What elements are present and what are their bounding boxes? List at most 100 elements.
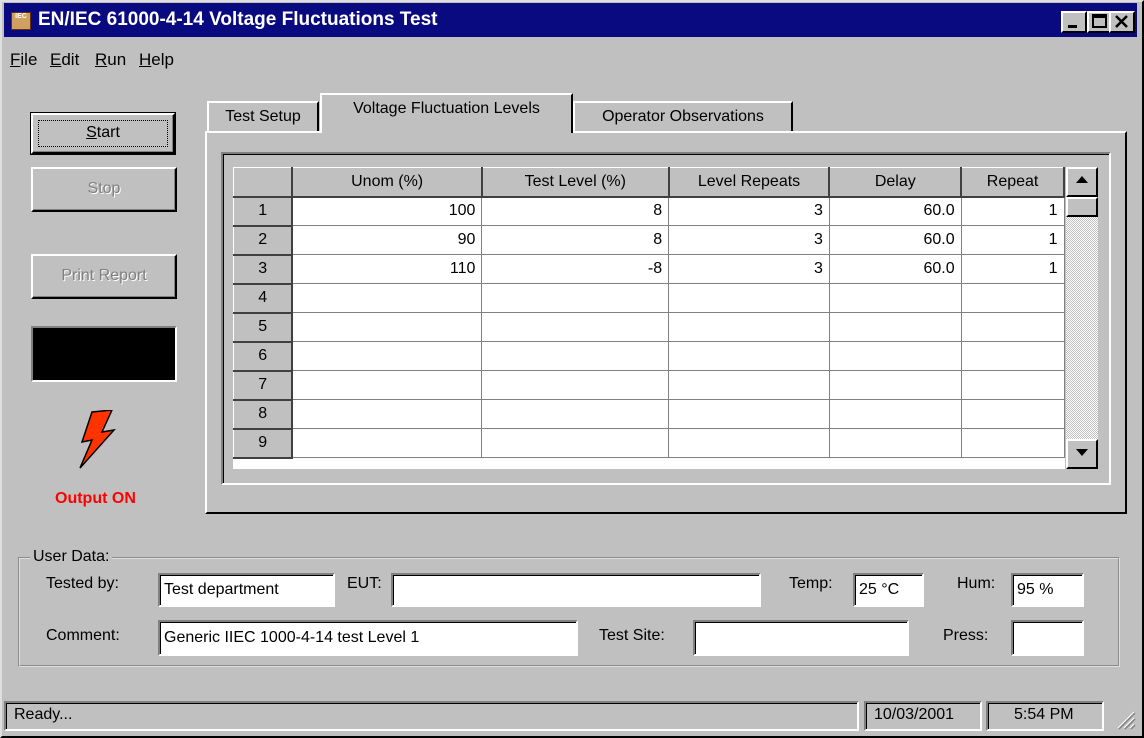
cell-repeat[interactable]: 1	[960, 225, 1065, 255]
app-icon[interactable]: IEC	[11, 12, 31, 30]
cell-delay[interactable]: 60.0	[828, 225, 962, 255]
menu-file[interactable]: File	[10, 50, 37, 70]
cell-delay[interactable]	[828, 399, 962, 429]
cell-test-level[interactable]	[481, 428, 670, 458]
cell-test-level[interactable]	[481, 283, 670, 313]
row-header[interactable]: 9	[233, 428, 294, 459]
cell-test-level[interactable]	[481, 399, 670, 429]
cell-unom[interactable]: 90	[291, 225, 483, 255]
stop-button[interactable]: Stop	[31, 167, 177, 212]
cell-delay[interactable]	[828, 370, 962, 400]
column-header-test-level[interactable]: Test Level (%)	[481, 167, 670, 198]
close-icon[interactable]	[1109, 11, 1135, 33]
cell-delay[interactable]	[828, 312, 962, 342]
tested-by-field[interactable]: Test department	[158, 573, 335, 607]
cell-level-repeats[interactable]: 3	[668, 254, 830, 284]
cell-repeat[interactable]	[960, 399, 1065, 429]
cell-repeat[interactable]	[960, 341, 1065, 371]
eut-field[interactable]	[391, 573, 761, 607]
cell-unom[interactable]	[291, 399, 483, 429]
scroll-up-icon[interactable]	[1066, 167, 1098, 197]
cell-test-level[interactable]	[481, 341, 670, 371]
cell-repeat[interactable]	[960, 312, 1065, 342]
cell-level-repeats[interactable]	[668, 283, 830, 313]
cell-repeat[interactable]	[960, 428, 1065, 458]
cell-delay[interactable]: 60.0	[828, 254, 962, 284]
column-header-level-repeats[interactable]: Level Repeats	[668, 167, 831, 198]
levels-table: Unom (%) Test Level (%) Level Repeats De…	[233, 167, 1065, 459]
status-time: 5:54 PM	[986, 701, 1104, 731]
cell-unom[interactable]	[291, 341, 483, 371]
cell-test-level[interactable]: -8	[481, 254, 670, 284]
table-row: 1 100 8 3 60.0 1	[233, 196, 1065, 227]
cell-delay[interactable]: 60.0	[828, 196, 962, 226]
grid-corner-cell[interactable]	[233, 167, 294, 198]
row-header[interactable]: 7	[233, 370, 294, 401]
temp-field[interactable]: 25 °C	[853, 573, 924, 607]
title-bar[interactable]: IEC EN/IEC 61000-4-14 Voltage Fluctuatio…	[4, 3, 1137, 37]
cell-level-repeats[interactable]	[668, 428, 830, 458]
scroll-down-icon[interactable]	[1066, 439, 1098, 469]
status-message: Ready...	[4, 701, 859, 731]
row-header[interactable]: 6	[233, 341, 294, 372]
cell-delay[interactable]	[828, 283, 962, 313]
test-site-label: Test Site:	[599, 627, 665, 644]
row-header[interactable]: 3	[233, 254, 294, 285]
row-header[interactable]: 1	[233, 196, 294, 227]
resize-grip-icon[interactable]	[1112, 706, 1136, 730]
user-data-label: User Data:	[30, 548, 113, 566]
cell-test-level[interactable]: 8	[481, 225, 670, 255]
tab-test-setup[interactable]: Test Setup	[207, 101, 319, 131]
scroll-thumb[interactable]	[1066, 197, 1098, 217]
cell-unom[interactable]	[291, 312, 483, 342]
print-report-button[interactable]: Print Report	[31, 254, 177, 299]
cell-unom[interactable]	[291, 428, 483, 458]
cell-repeat[interactable]	[960, 370, 1065, 400]
column-header-delay[interactable]: Delay	[828, 167, 963, 198]
menu-run[interactable]: Run	[95, 50, 126, 70]
column-header-unom[interactable]: Unom (%)	[291, 167, 483, 198]
cell-level-repeats[interactable]	[668, 341, 830, 371]
window-title: EN/IEC 61000-4-14 Voltage Fluctuations T…	[38, 9, 438, 30]
table-row: 4	[233, 283, 1065, 314]
cell-delay[interactable]	[828, 341, 962, 371]
cell-delay[interactable]	[828, 428, 962, 458]
row-header[interactable]: 5	[233, 312, 294, 343]
cell-test-level[interactable]	[481, 312, 670, 342]
tab-test-setup-label: Test Setup	[225, 108, 301, 125]
tab-operator-observations[interactable]: Operator Observations	[573, 101, 793, 131]
cell-level-repeats[interactable]	[668, 399, 830, 429]
row-header[interactable]: 8	[233, 399, 294, 430]
cell-level-repeats[interactable]	[668, 312, 830, 342]
cell-level-repeats[interactable]: 3	[668, 225, 830, 255]
cell-test-level[interactable]	[481, 370, 670, 400]
minimize-icon[interactable]	[1061, 11, 1087, 33]
cell-repeat[interactable]: 1	[960, 254, 1065, 284]
column-header-repeat[interactable]: Repeat	[960, 167, 1065, 198]
levels-grid[interactable]: Unom (%) Test Level (%) Level Repeats De…	[233, 167, 1065, 469]
tab-voltage-fluctuation-levels[interactable]: Voltage Fluctuation Levels	[320, 93, 573, 133]
cell-unom[interactable]: 100	[291, 196, 483, 226]
row-header[interactable]: 4	[233, 283, 294, 314]
cell-unom[interactable]	[291, 370, 483, 400]
menu-help[interactable]: Help	[139, 50, 174, 70]
cell-test-level[interactable]: 8	[481, 196, 670, 226]
hum-field[interactable]: 95 %	[1011, 573, 1084, 607]
press-field[interactable]	[1011, 620, 1084, 656]
cell-repeat[interactable]: 1	[960, 196, 1065, 226]
comment-field[interactable]: Generic IIEC 1000-4-14 test Level 1	[158, 620, 578, 656]
cell-level-repeats[interactable]	[668, 370, 830, 400]
cell-repeat[interactable]	[960, 283, 1065, 313]
test-site-field[interactable]	[693, 620, 909, 656]
cell-unom[interactable]	[291, 283, 483, 313]
table-row: 2 90 8 3 60.0 1	[233, 225, 1065, 256]
cell-unom[interactable]: 110	[291, 254, 483, 284]
start-button[interactable]: Start	[30, 112, 176, 155]
grid-vertical-scrollbar[interactable]	[1066, 167, 1098, 469]
cell-level-repeats[interactable]: 3	[668, 196, 830, 226]
row-header[interactable]: 2	[233, 225, 294, 256]
press-label: Press:	[943, 627, 989, 644]
menu-edit[interactable]: Edit	[50, 50, 79, 70]
tab-operator-observations-label: Operator Observations	[602, 108, 764, 125]
output-status-label: Output ON	[55, 490, 136, 507]
